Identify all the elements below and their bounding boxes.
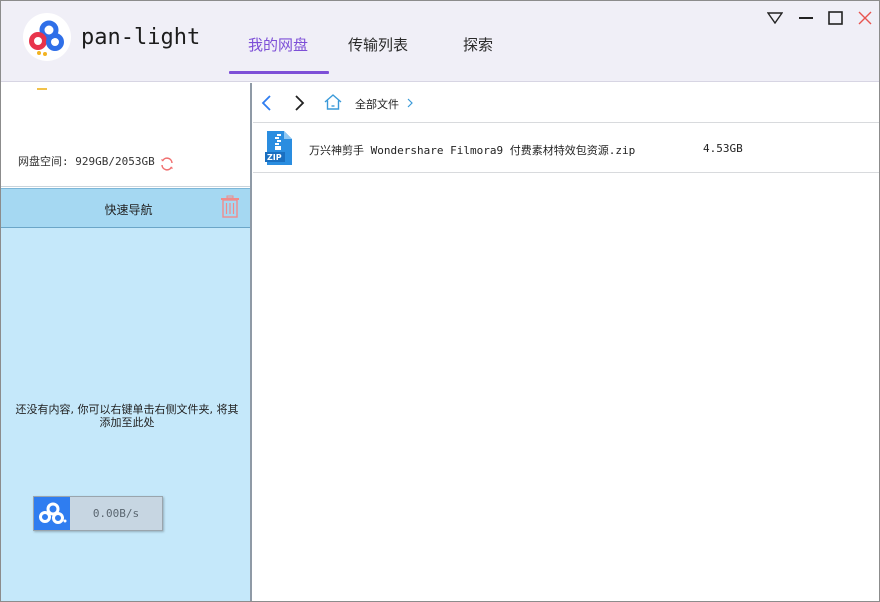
speed-text: 0.00B/s <box>92 507 140 520</box>
empty-tip: 还没有内容, 你可以右键单击右侧文件夹, 将其添加至此处 <box>15 403 239 429</box>
tab-my-disk[interactable]: 我的网盘 <box>248 34 308 55</box>
home-icon[interactable] <box>323 92 343 112</box>
breadcrumb-chevron-icon <box>406 95 414 114</box>
sidebar: 网盘空间: 929GB/2053GB 快速导航 还没有内容, 你可以右键单击右侧… <box>1 83 252 601</box>
svg-text:ZIP: ZIP <box>267 153 282 162</box>
cloud-logo-icon <box>34 497 70 530</box>
breadcrumb[interactable]: 全部文件 <box>355 96 399 112</box>
quick-nav-header: 快速导航 <box>1 188 250 228</box>
maximize-icon[interactable] <box>826 9 846 27</box>
trash-icon[interactable] <box>220 195 240 223</box>
quick-nav-list[interactable]: 还没有内容, 你可以右键单击右侧文件夹, 将其添加至此处 0.00B/s <box>1 228 250 601</box>
file-size: 4.53GB <box>703 142 743 155</box>
file-name: 万兴神剪手 Wondershare Filmora9 付费素材特效包资源.zip <box>309 144 636 157</box>
tab-transfer-list[interactable]: 传输列表 <box>348 34 408 55</box>
speed-widget[interactable]: 0.00B/s <box>33 496 163 531</box>
file-browser: 全部文件 ZIP 万兴神剪手 Wondershare Filmora9 付费素材… <box>253 83 879 601</box>
app-logo-icon <box>23 13 71 61</box>
app-title: pan-light <box>81 25 201 50</box>
forward-icon[interactable] <box>291 93 307 113</box>
user-info-area: 网盘空间: 929GB/2053GB <box>1 83 250 187</box>
dropdown-icon[interactable] <box>765 9 785 27</box>
active-tab-indicator <box>229 71 329 74</box>
quick-nav-label: 快速导航 <box>104 203 153 217</box>
zip-file-icon: ZIP <box>263 130 295 170</box>
quota-text: 网盘空间: 929GB/2053GB <box>18 155 155 168</box>
app-window: pan-light 我的网盘 传输列表 探索 网盘空间: 929GB/2053G… <box>0 0 880 602</box>
table-row[interactable]: ZIP 万兴神剪手 Wondershare Filmora9 付费素材特效包资源… <box>253 124 879 173</box>
refresh-icon[interactable] <box>159 156 175 176</box>
back-icon[interactable] <box>259 93 275 113</box>
close-icon[interactable] <box>855 9 875 27</box>
tab-explore[interactable]: 探索 <box>463 34 493 55</box>
minimize-icon[interactable] <box>796 9 816 27</box>
avatar <box>37 88 47 90</box>
title-bar: pan-light 我的网盘 传输列表 探索 <box>1 1 879 82</box>
path-bar: 全部文件 <box>253 83 879 123</box>
